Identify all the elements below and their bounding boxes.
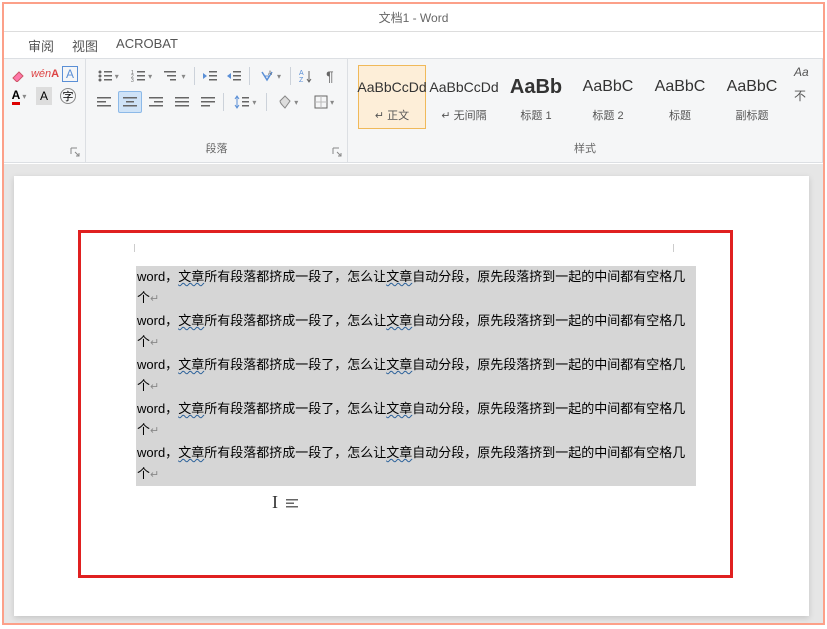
align-left-icon[interactable] [92, 91, 116, 113]
increase-indent-icon[interactable] [223, 65, 245, 87]
document-canvas: word，文章所有段落都挤成一段了，怎么让文章自动分段，原先段落挤到一起的中间都… [4, 164, 823, 623]
style-tile-4[interactable]: AaBbC 标题 [646, 65, 714, 129]
multilevel-list-icon[interactable]: ▾ [159, 65, 190, 87]
align-right-icon[interactable] [144, 91, 168, 113]
phonetic-guide-icon[interactable]: wénA [36, 65, 54, 83]
style-tile-5[interactable]: AaBbC 副标题 [718, 65, 786, 129]
distributed-icon[interactable] [196, 91, 220, 113]
style-name: ↵ 无间隔 [441, 107, 486, 123]
paragraph[interactable]: word，文章所有段落都挤成一段了，怎么让文章自动分段，原先段落挤到一起的中间都… [136, 266, 696, 310]
align-center-icon[interactable] [118, 91, 142, 113]
enclose-char-icon[interactable]: 字 [60, 88, 76, 104]
styles-truncated-column: Aa不 [790, 65, 810, 104]
paragraph[interactable]: word，文章所有段落都挤成一段了，怎么让文章自动分段，原先段落挤到一起的中间都… [136, 310, 696, 354]
sort-icon[interactable]: AZ [295, 65, 317, 87]
svg-text:A: A [268, 71, 272, 77]
style-sample: AaBb [510, 71, 562, 103]
dialog-launcher-icon[interactable] [70, 147, 82, 159]
borders-icon[interactable]: ▾ [307, 91, 341, 113]
group-paragraph: ▾ 123▾ ▾ A▾ AZ ¶ [86, 59, 348, 162]
page[interactable]: word，文章所有段落都挤成一段了，怎么让文章自动分段，原先段落挤到一起的中间都… [14, 176, 809, 616]
svg-text:A: A [299, 70, 304, 77]
ribbon: wénA A A▾ A 字 ▾ 123▾ ▾ [4, 58, 823, 163]
style-name: 标题 2 [592, 107, 623, 123]
style-name: 标题 1 [520, 107, 551, 123]
char-border-icon[interactable]: A [62, 66, 78, 82]
style-tile-0[interactable]: AaBbCcDd ↵ 正文 [358, 65, 426, 129]
shading-icon[interactable]: ▾ [271, 91, 305, 113]
bullets-icon[interactable]: ▾ [92, 65, 123, 87]
style-sample: AaBbC [655, 71, 706, 103]
title-bar: 文档1 - Word [4, 4, 823, 32]
style-sample: AaBbCcDd [357, 71, 426, 103]
ribbon-tabs: 审阅 视图 ACROBAT [4, 32, 823, 58]
style-name: 标题 [669, 107, 691, 123]
style-tile-3[interactable]: AaBbC 标题 2 [574, 65, 642, 129]
tab-acrobat[interactable]: ACROBAT [116, 36, 178, 58]
group-label-styles: 样式 [354, 142, 816, 160]
font-color-icon[interactable]: A▾ [10, 87, 28, 105]
paragraph[interactable]: word，文章所有段落都挤成一段了，怎么让文章自动分段，原先段落挤到一起的中间都… [136, 398, 696, 442]
group-label-paragraph: 段落 [92, 142, 341, 160]
text-cursor-icon: I [272, 492, 300, 513]
style-sample: AaBbC [583, 71, 634, 103]
svg-text:3: 3 [131, 78, 134, 83]
style-name: 副标题 [736, 107, 769, 123]
svg-text:Z: Z [299, 77, 304, 83]
show-hide-marks-icon[interactable]: ¶ [319, 65, 341, 87]
style-sample: AaBbC [727, 71, 778, 103]
asian-layout-icon[interactable]: A▾ [254, 65, 285, 87]
paragraph[interactable]: word，文章所有段落都挤成一段了，怎么让文章自动分段，原先段落挤到一起的中间都… [136, 442, 696, 486]
justify-icon[interactable] [170, 91, 194, 113]
eraser-icon[interactable] [10, 65, 28, 83]
window-title: 文档1 - Word [379, 11, 449, 25]
paragraph[interactable]: word，文章所有段落都挤成一段了，怎么让文章自动分段，原先段落挤到一起的中间都… [136, 354, 696, 398]
style-name: ↵ 正文 [375, 107, 409, 123]
tab-view[interactable]: 视图 [72, 36, 98, 58]
group-styles: AaBbCcDd ↵ 正文 AaBbCcDd ↵ 无间隔 AaBb 标题 1 AaBbC 标题… [348, 59, 823, 162]
style-sample: AaBbCcDd [429, 71, 498, 103]
tab-review[interactable]: 审阅 [28, 36, 54, 58]
dialog-launcher-icon[interactable] [332, 147, 344, 159]
style-tile-2[interactable]: AaBb 标题 1 [502, 65, 570, 129]
char-shading-icon[interactable]: A [36, 87, 52, 105]
decrease-indent-icon[interactable] [199, 65, 221, 87]
numbering-icon[interactable]: 123▾ [125, 65, 156, 87]
group-font-truncated: wénA A A▾ A 字 [4, 59, 86, 162]
style-tile-1[interactable]: AaBbCcDd ↵ 无间隔 [430, 65, 498, 129]
line-spacing-icon[interactable]: ▾ [228, 91, 262, 113]
document-body-text[interactable]: word，文章所有段落都挤成一段了，怎么让文章自动分段，原先段落挤到一起的中间都… [136, 266, 696, 486]
